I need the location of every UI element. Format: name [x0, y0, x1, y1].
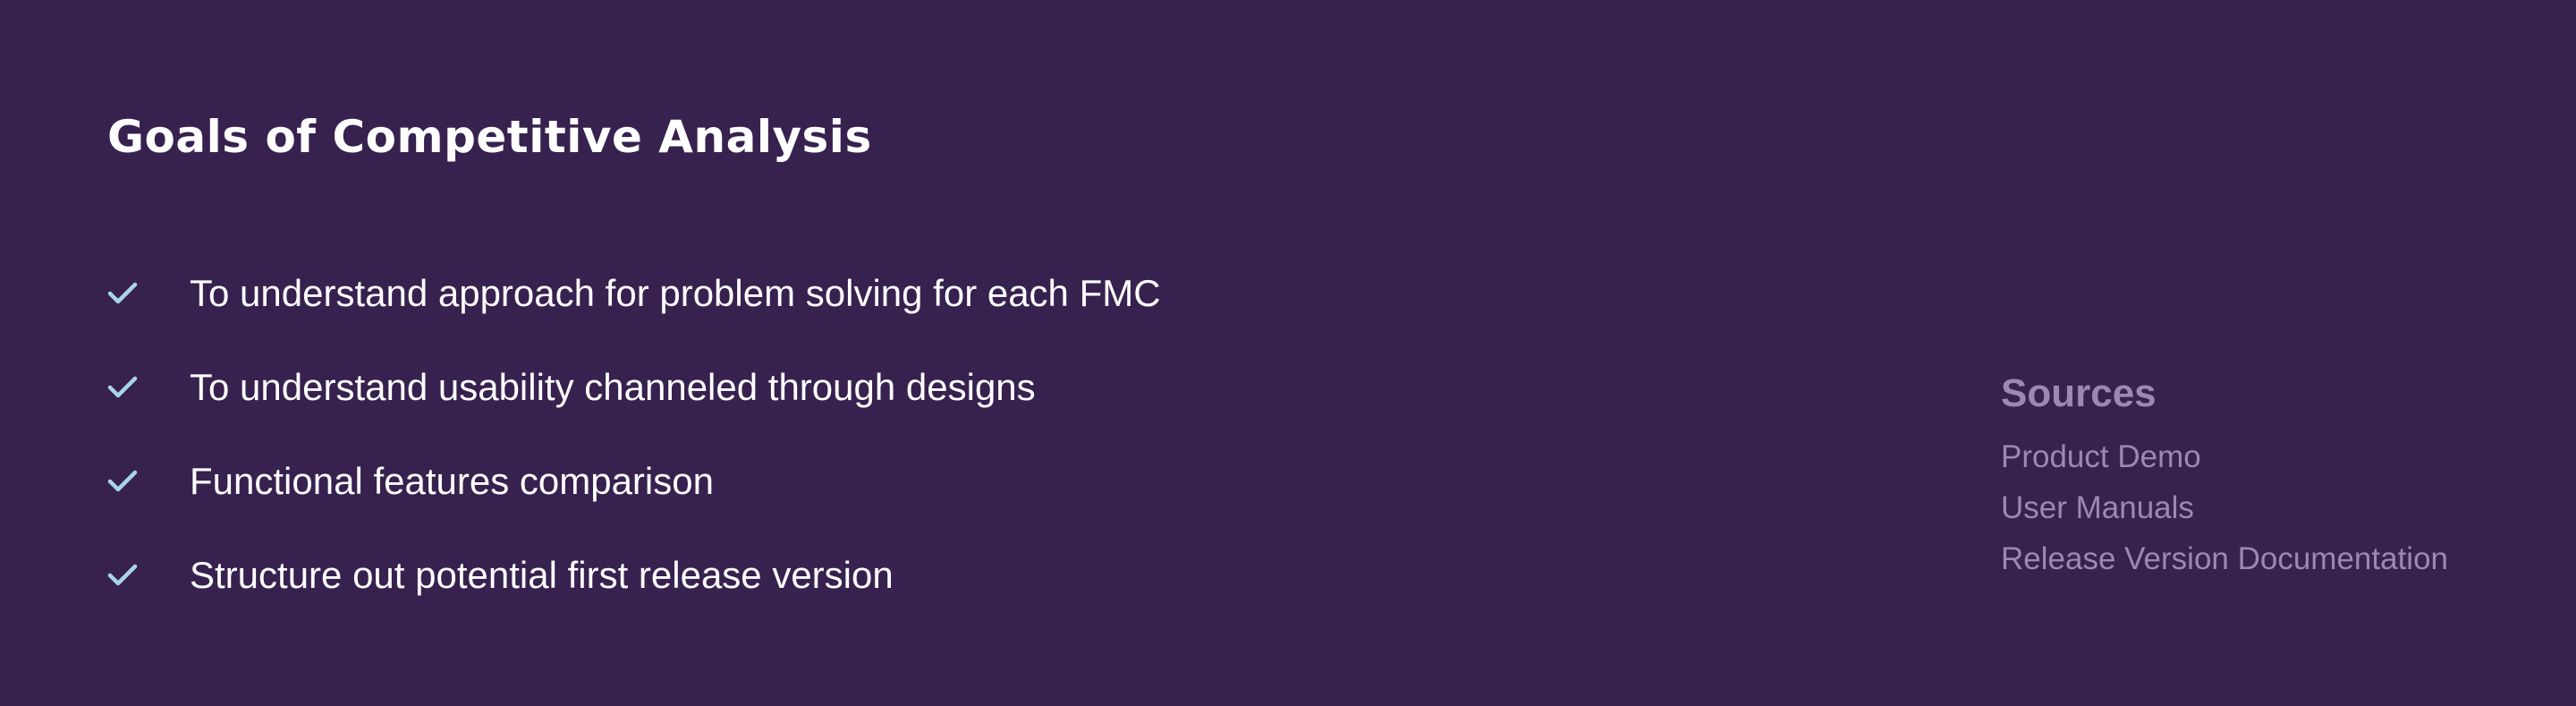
source-item: Release Version Documentation	[2001, 541, 2449, 576]
page-title: Goals of Competitive Analysis	[107, 111, 872, 163]
goal-text: Structure out potential first release ve…	[190, 553, 894, 596]
sources-list: Product Demo User Manuals Release Versio…	[2001, 431, 2448, 584]
sources-title: Sources	[2001, 371, 2157, 415]
goal-item: Functional features comparison	[107, 434, 1161, 528]
goal-item: To understand approach for problem solvi…	[107, 246, 1161, 340]
sources-panel: Sources Product Demo User Manuals Releas…	[2001, 367, 2448, 584]
check-icon	[107, 280, 138, 307]
goal-text: Functional features comparison	[190, 459, 714, 502]
goal-item: To understand usability channeled throug…	[107, 340, 1161, 434]
goal-text: To understand approach for problem solvi…	[190, 271, 1161, 314]
check-icon	[107, 468, 138, 495]
goal-item: Structure out potential first release ve…	[107, 528, 1161, 622]
check-icon	[107, 562, 138, 589]
goals-list: To understand approach for problem solvi…	[107, 246, 1161, 622]
check-icon	[107, 374, 138, 401]
goal-text: To understand usability channeled throug…	[190, 365, 1036, 408]
source-item: User Manuals	[2001, 490, 2194, 525]
source-item: Product Demo	[2001, 439, 2201, 474]
